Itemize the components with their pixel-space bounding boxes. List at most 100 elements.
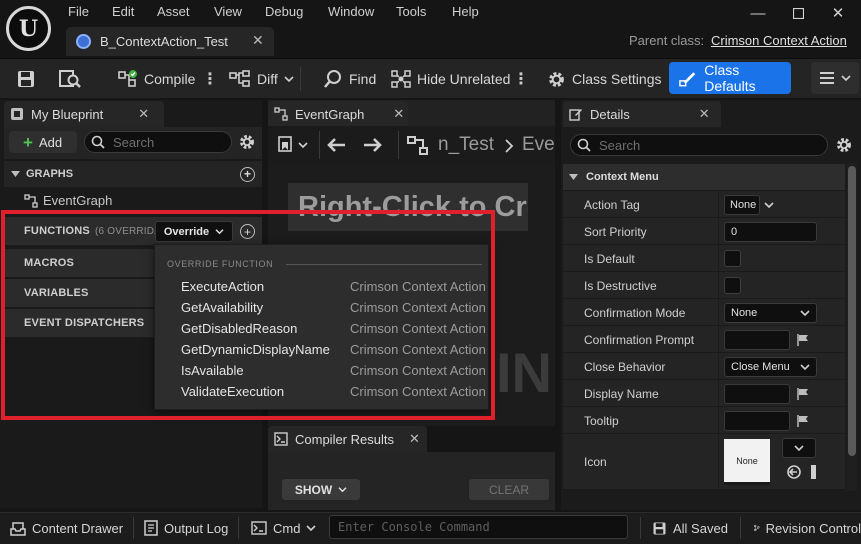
is-destructive-checkbox[interactable] <box>724 277 741 294</box>
override-item-name[interactable]: GetDynamicDisplayName <box>181 342 330 357</box>
parent-class-label: Parent class: <box>629 33 705 48</box>
chevron-down-icon <box>794 445 804 452</box>
add-button[interactable]: + Add <box>9 131 77 153</box>
class-defaults-button[interactable]: Class Defaults <box>669 62 791 94</box>
all-saved-button[interactable]: All Saved <box>652 512 728 544</box>
tab-compiler-results[interactable]: Compiler Results ✕ <box>268 426 427 452</box>
functions-label: FUNCTIONS <box>24 225 90 237</box>
browse-button[interactable] <box>58 59 82 99</box>
diff-label: Diff <box>257 71 278 87</box>
chevron-down-icon <box>764 202 774 209</box>
override-dropdown[interactable]: Override <box>155 221 233 242</box>
add-function-icon[interactable]: + <box>240 224 255 239</box>
override-item-name[interactable]: IsAvailable <box>181 363 244 378</box>
menu-file[interactable]: File <box>68 4 89 19</box>
revision-control-button[interactable]: Revision Control <box>754 512 861 544</box>
icon-thumbnail[interactable]: None <box>724 439 770 485</box>
hide-unrelated-options-icon[interactable]: ⋮ <box>513 59 529 99</box>
compile-button[interactable]: Compile <box>118 59 195 99</box>
close-icon[interactable]: ✕ <box>138 106 149 122</box>
compile-options-icon[interactable]: ⋮ <box>202 59 218 99</box>
is-destructive-row: Is Destructive <box>563 272 845 299</box>
row-divider <box>718 434 719 490</box>
bookmark-button[interactable] <box>278 136 308 154</box>
row-divider <box>718 245 719 272</box>
details-search-input[interactable]: Search <box>570 134 828 156</box>
menu-window[interactable]: Window <box>328 4 374 19</box>
content-drawer-button[interactable]: Content Drawer <box>10 512 123 544</box>
action-tag-value: None <box>730 199 757 211</box>
minimize-icon[interactable]: — <box>738 0 778 26</box>
override-item-name[interactable]: ValidateExecution <box>181 384 284 399</box>
details-scrollbar-thumb[interactable] <box>848 166 856 456</box>
confirmation-mode-dropdown[interactable]: None <box>724 303 817 323</box>
override-item-name[interactable]: ExecuteAction <box>181 279 264 294</box>
tooltip-row: Tooltip <box>563 407 845 434</box>
is-default-checkbox[interactable] <box>724 250 741 267</box>
close-behavior-dropdown[interactable]: Close Menu <box>724 357 817 377</box>
cmd-label: Cmd <box>273 520 301 536</box>
menu-tools[interactable]: Tools <box>396 4 426 19</box>
maximize-icon[interactable] <box>778 0 818 26</box>
override-item-name[interactable]: GetAvailability <box>181 300 263 315</box>
back-arrow-icon[interactable] <box>326 137 346 153</box>
tab-event-graph[interactable]: EventGraph ✕ <box>268 101 408 127</box>
add-label: Add <box>38 134 63 150</box>
menu-edit[interactable]: Edit <box>112 4 134 19</box>
browse-icon <box>59 70 81 88</box>
menu-view[interactable]: View <box>214 4 242 19</box>
breadcrumb-graph[interactable]: Eve <box>522 134 555 156</box>
menu-debug[interactable]: Debug <box>265 4 303 19</box>
unreal-logo-icon[interactable]: U <box>6 6 51 51</box>
my-blueprint-settings-button[interactable] <box>238 133 256 151</box>
class-settings-button[interactable]: Class Settings <box>547 59 661 99</box>
save-button[interactable] <box>16 59 36 99</box>
hide-unrelated-button[interactable]: Hide Unrelated <box>391 59 510 99</box>
close-icon[interactable]: ✕ <box>393 106 404 122</box>
details-icon <box>569 109 582 121</box>
tab-details[interactable]: Details ✕ <box>563 101 721 127</box>
close-icon[interactable]: ✕ <box>699 106 710 122</box>
console-command-input[interactable]: Enter Console Command <box>329 515 628 539</box>
document-tab[interactable]: B_ContextAction_Test ✕ <box>66 27 274 56</box>
override-item-name[interactable]: GetDisabledReason <box>181 321 297 336</box>
window-close-icon[interactable]: ✕ <box>818 0 858 26</box>
forward-arrow-icon[interactable] <box>363 137 383 153</box>
sort-priority-row: Sort Priority 0 <box>563 218 845 245</box>
event-graph-icon <box>24 193 38 208</box>
settings-menu-button[interactable] <box>811 62 859 94</box>
display-name-input[interactable] <box>724 384 790 404</box>
show-dropdown[interactable]: SHOW <box>282 479 360 500</box>
close-icon[interactable]: ✕ <box>252 32 264 49</box>
row-divider <box>718 218 719 245</box>
confirmation-prompt-input[interactable] <box>724 330 790 350</box>
close-icon[interactable]: ✕ <box>409 431 420 447</box>
menu-help[interactable]: Help <box>452 4 479 19</box>
clear-button[interactable]: CLEAR <box>469 479 549 500</box>
add-graph-icon[interactable]: + <box>240 166 255 182</box>
parent-class-link[interactable]: Crimson Context Action <box>711 33 847 48</box>
browse-icon[interactable] <box>811 465 816 479</box>
localization-flag-icon <box>797 334 808 346</box>
override-item-class: Crimson Context Action <box>350 384 486 399</box>
output-log-button[interactable]: Output Log <box>144 512 228 544</box>
all-saved-label: All Saved <box>673 520 728 536</box>
tab-my-blueprint[interactable]: My Blueprint ✕ <box>4 101 164 127</box>
cmd-dropdown[interactable]: Cmd <box>251 512 317 544</box>
graphs-section-header[interactable]: GRAPHS + <box>4 161 262 187</box>
action-tag-dropdown[interactable]: None <box>724 195 760 215</box>
breadcrumb-blueprint[interactable]: n_Test <box>438 134 494 156</box>
icon-asset-picker[interactable] <box>782 438 816 458</box>
save-icon <box>653 522 666 534</box>
menu-asset[interactable]: Asset <box>157 4 190 19</box>
my-blueprint-search-input[interactable]: Search <box>84 131 232 153</box>
row-divider <box>718 191 719 218</box>
override-item-class: Crimson Context Action <box>350 342 486 357</box>
event-graph-item[interactable]: EventGraph <box>24 193 112 208</box>
tooltip-input[interactable] <box>724 411 790 431</box>
sort-priority-input[interactable]: 0 <box>724 222 817 242</box>
diff-button[interactable]: Diff <box>229 59 294 99</box>
details-settings-button[interactable] <box>835 136 853 154</box>
context-menu-category-header[interactable]: Context Menu <box>563 164 845 190</box>
find-button[interactable]: Find <box>323 59 376 99</box>
